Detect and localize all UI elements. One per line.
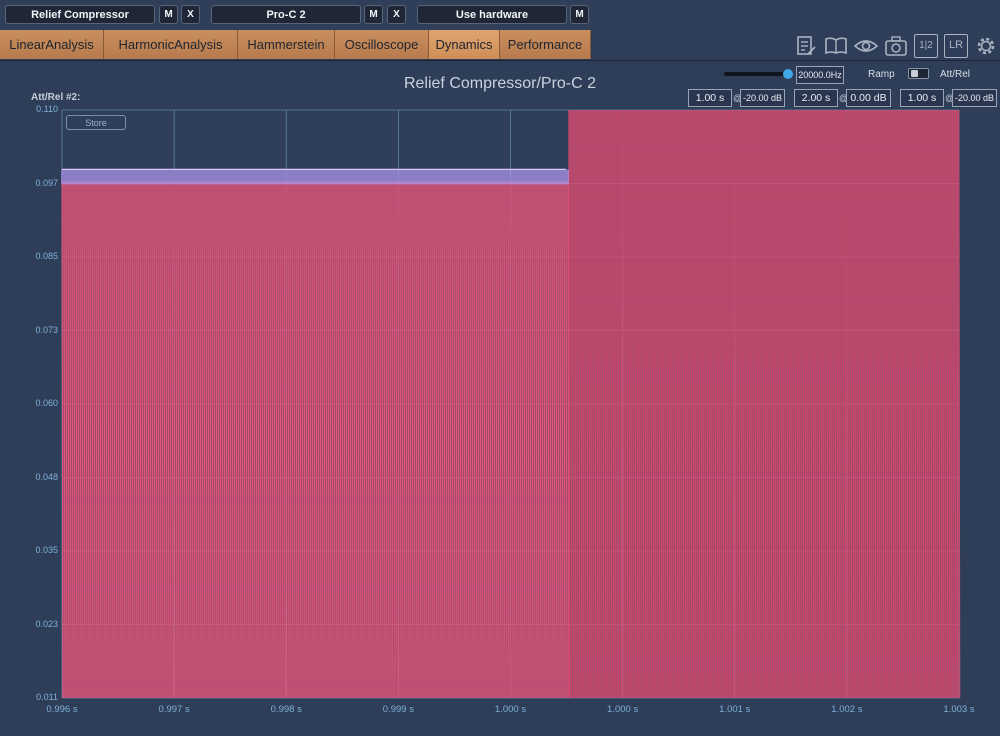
x-tick-label: 1.000 s (607, 704, 639, 715)
x-tick-label: 1.000 s (494, 704, 527, 715)
series-input-left-fill (62, 181, 569, 699)
y-tick-label: 0.060 (35, 398, 58, 408)
y-tick-label: 0.048 (35, 471, 58, 482)
y-tick-label: 0.073 (35, 324, 58, 335)
y-tick-label: 0.085 (35, 251, 58, 261)
x-tick-label: 1.003 s (943, 704, 975, 715)
y-tick-label: 0.097 (35, 177, 58, 188)
x-tick-label: 0.997 s (158, 704, 190, 715)
x-tick-label: 0.996 s (46, 704, 78, 715)
x-tick-label: 1.002 s (831, 704, 863, 715)
y-tick-label: 0.110 (36, 104, 58, 114)
oscilloscope-plot[interactable] (0, 0, 1000, 735)
store-button[interactable]: Store (66, 115, 126, 130)
x-tick-label: 0.999 s (382, 704, 414, 715)
y-tick-label: 0.035 (35, 545, 58, 555)
y-tick-label: 0.011 (36, 692, 58, 702)
x-tick-label: 0.998 s (270, 704, 302, 715)
y-tick-label: 0.023 (35, 618, 58, 629)
x-tick-label: 1.001 s (719, 704, 751, 715)
